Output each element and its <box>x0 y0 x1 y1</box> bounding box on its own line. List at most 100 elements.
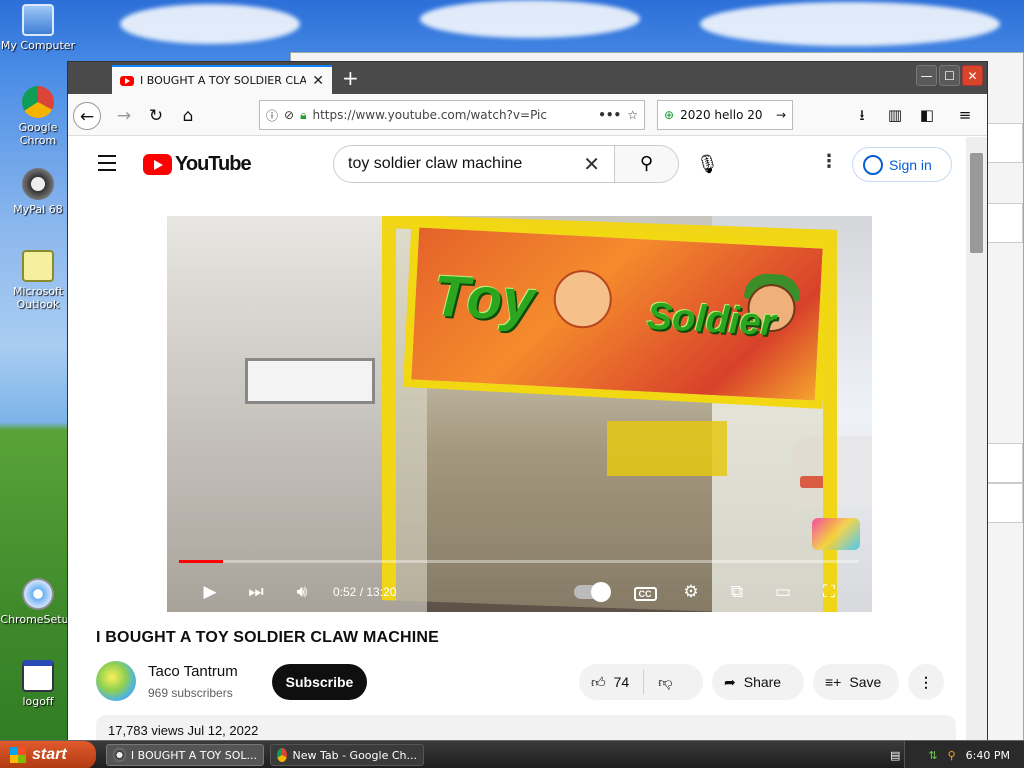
miniplayer-icon[interactable]: ⧉ <box>714 582 760 602</box>
menu-icon[interactable]: ≡ <box>954 104 976 126</box>
network-icon[interactable]: ⇅ <box>928 749 937 762</box>
clock: 6:40 PM <box>965 748 1010 762</box>
playlist-add-icon: ≡+ <box>825 674 842 690</box>
info-icon[interactable]: ⓘ <box>266 107 278 124</box>
like-count[interactable]: 74 <box>614 674 630 690</box>
more-vertical-icon: ⋮ <box>919 673 933 690</box>
youtube-play-logo-icon <box>143 154 172 175</box>
bookmark-star-icon[interactable]: ☆ <box>627 108 638 122</box>
lock-icon: 🔒︎ <box>300 107 307 122</box>
page-scrollbar[interactable] <box>966 137 987 740</box>
chrome-icon <box>277 748 288 762</box>
guide-menu-icon[interactable] <box>98 155 116 176</box>
start-button[interactable]: start <box>0 741 96 768</box>
library-icon[interactable]: ▥ <box>884 104 906 126</box>
setup-icon <box>22 578 54 610</box>
close-tab-icon[interactable]: ✕ <box>312 73 324 89</box>
volume-icon[interactable]: 🔊︎ <box>279 582 325 602</box>
cloud <box>120 4 300 44</box>
captions-icon[interactable]: CC <box>622 582 668 602</box>
windows-flag-icon <box>10 747 26 763</box>
back-button[interactable]: ← <box>73 102 101 130</box>
video-player[interactable]: Toy Soldier ▶ ⏭︎ 🔊︎ 0:52 / 13:20 CC ⚙ ⧉ <box>167 216 872 612</box>
progress-played <box>179 560 224 563</box>
close-window-button[interactable]: ✕ <box>962 65 983 86</box>
browser-window: I BOUGHT A TOY SOLDIER CLAW M ✕ + — ☐ ✕ … <box>67 61 988 741</box>
video-title: I BOUGHT A TOY SOLDIER CLAW MACHINE <box>96 629 440 646</box>
theater-mode-icon[interactable]: ▭ <box>760 582 806 602</box>
taskbar: start I BOUGHT A TOY SOL... New Tab - Go… <box>0 740 1024 768</box>
youtube-page: YouTube toy soldier claw machine ✕ ⚲ 🎙︎ … <box>68 137 968 740</box>
settings-menu-icon[interactable]: ⋮ <box>820 151 838 172</box>
scrollbar-thumb[interactable] <box>970 153 983 253</box>
desktop-icon-outlook[interactable]: Microsoft Outlook <box>0 250 76 311</box>
search-engine-icon: ⊕ <box>664 108 675 122</box>
address-bar[interactable]: ⓘ ⊘ 🔒︎ https://www.youtube.com/watch?v=P… <box>259 100 645 130</box>
youtube-header: YouTube toy soldier claw machine ✕ ⚲ 🎙︎ … <box>68 137 968 193</box>
keyboard-tray-icon[interactable]: ▤ <box>884 744 904 766</box>
thumbs-up-icon[interactable]: 👍︎ <box>591 674 606 691</box>
autoplay-toggle[interactable] <box>574 582 611 602</box>
thumbs-down-icon[interactable]: 👎︎ <box>658 674 672 691</box>
sidebar-icon[interactable]: ◧ <box>916 104 938 126</box>
title-bar: I BOUGHT A TOY SOLDIER CLAW M ✕ + — ☐ ✕ <box>68 62 987 94</box>
settings-gear-icon[interactable]: ⚙ <box>668 582 714 602</box>
new-tab-button[interactable]: + <box>342 66 359 90</box>
raccoon-icon <box>22 168 54 200</box>
youtube-logo[interactable]: YouTube <box>143 153 252 176</box>
subscribe-button[interactable]: Subscribe <box>272 664 367 700</box>
desktop-icon-logoff[interactable]: logoff <box>0 660 76 708</box>
voice-search-icon[interactable]: 🎙︎ <box>696 154 719 175</box>
taskbar-item-mypal[interactable]: I BOUGHT A TOY SOL... <box>106 744 264 766</box>
save-button[interactable]: ≡+ Save <box>813 664 899 700</box>
permissions-icon[interactable]: ⊘ <box>284 108 294 122</box>
raccoon-icon <box>113 748 126 762</box>
desktop-icon-google-chrome[interactable]: Google Chrom <box>0 86 76 147</box>
clear-search-icon[interactable]: ✕ <box>583 152 600 177</box>
channel-avatar[interactable] <box>96 661 136 701</box>
system-tray: ⇅ ⚲ 6:40 PM <box>904 741 1024 768</box>
like-dislike-group: 👍︎ 74 👎︎ <box>579 664 703 700</box>
youtube-search-input[interactable]: toy soldier claw machine ✕ <box>333 145 615 183</box>
search-tray-icon[interactable]: ⚲ <box>948 749 956 762</box>
minimize-button[interactable]: — <box>916 65 937 86</box>
search-icon: ⚲ <box>639 153 654 174</box>
cloud <box>420 0 640 38</box>
browser-search-box[interactable]: ⊕ 2020 hello 20 → <box>657 100 793 130</box>
downloads-icon[interactable]: ⭳ <box>851 104 873 126</box>
more-actions-button[interactable]: ⋮ <box>908 664 944 700</box>
channel-name[interactable]: Taco Tantrum <box>148 663 238 680</box>
reload-button[interactable]: ↻ <box>142 102 170 130</box>
subscriber-count: 969 subscribers <box>148 686 233 700</box>
tab-youtube-video[interactable]: I BOUGHT A TOY SOLDIER CLAW M ✕ <box>112 65 332 94</box>
account-icon <box>863 154 883 175</box>
outlook-icon <box>22 250 54 282</box>
next-icon[interactable]: ⏭︎ <box>233 582 279 602</box>
channel-watermark[interactable] <box>812 518 860 550</box>
logoff-icon <box>22 660 54 692</box>
progress-bar[interactable] <box>179 560 859 563</box>
navigation-toolbar: ← → ↻ ⌂ ⓘ ⊘ 🔒︎ https://www.youtube.com/w… <box>68 94 987 136</box>
chrome-icon <box>22 86 54 118</box>
taskbar-item-chrome[interactable]: New Tab - Google Ch... <box>270 744 424 766</box>
page-actions-icon[interactable]: ••• <box>598 108 621 122</box>
go-arrow-icon[interactable]: → <box>776 108 786 122</box>
desktop-icon-mypal[interactable]: MyPal 68 <box>0 168 76 216</box>
cloud <box>700 2 1000 46</box>
sign-in-button[interactable]: Sign in <box>852 147 952 182</box>
play-icon[interactable]: ▶ <box>187 582 233 602</box>
maximize-button[interactable]: ☐ <box>939 65 960 86</box>
player-controls: ▶ ⏭︎ 🔊︎ 0:52 / 13:20 CC ⚙ ⧉ ▭ ⛶ <box>167 572 872 612</box>
claw-machine-marquee: Toy Soldier <box>402 219 832 409</box>
desktop-icon-my-computer[interactable]: My Computer <box>0 4 76 52</box>
desktop-icon-chrome-setup[interactable]: ChromeSetup <box>0 578 76 626</box>
search-button[interactable]: ⚲ <box>615 145 679 183</box>
youtube-favicon-icon <box>120 75 134 86</box>
share-arrow-icon: ➦ <box>724 673 736 690</box>
forward-button[interactable]: → <box>110 102 138 130</box>
computer-icon <box>22 4 54 36</box>
description-box[interactable]: 17,783 views Jul 12, 2022 <box>96 715 956 740</box>
share-button[interactable]: ➦ Share <box>712 664 804 700</box>
home-button[interactable]: ⌂ <box>174 102 202 130</box>
fullscreen-icon[interactable]: ⛶ <box>806 582 852 602</box>
